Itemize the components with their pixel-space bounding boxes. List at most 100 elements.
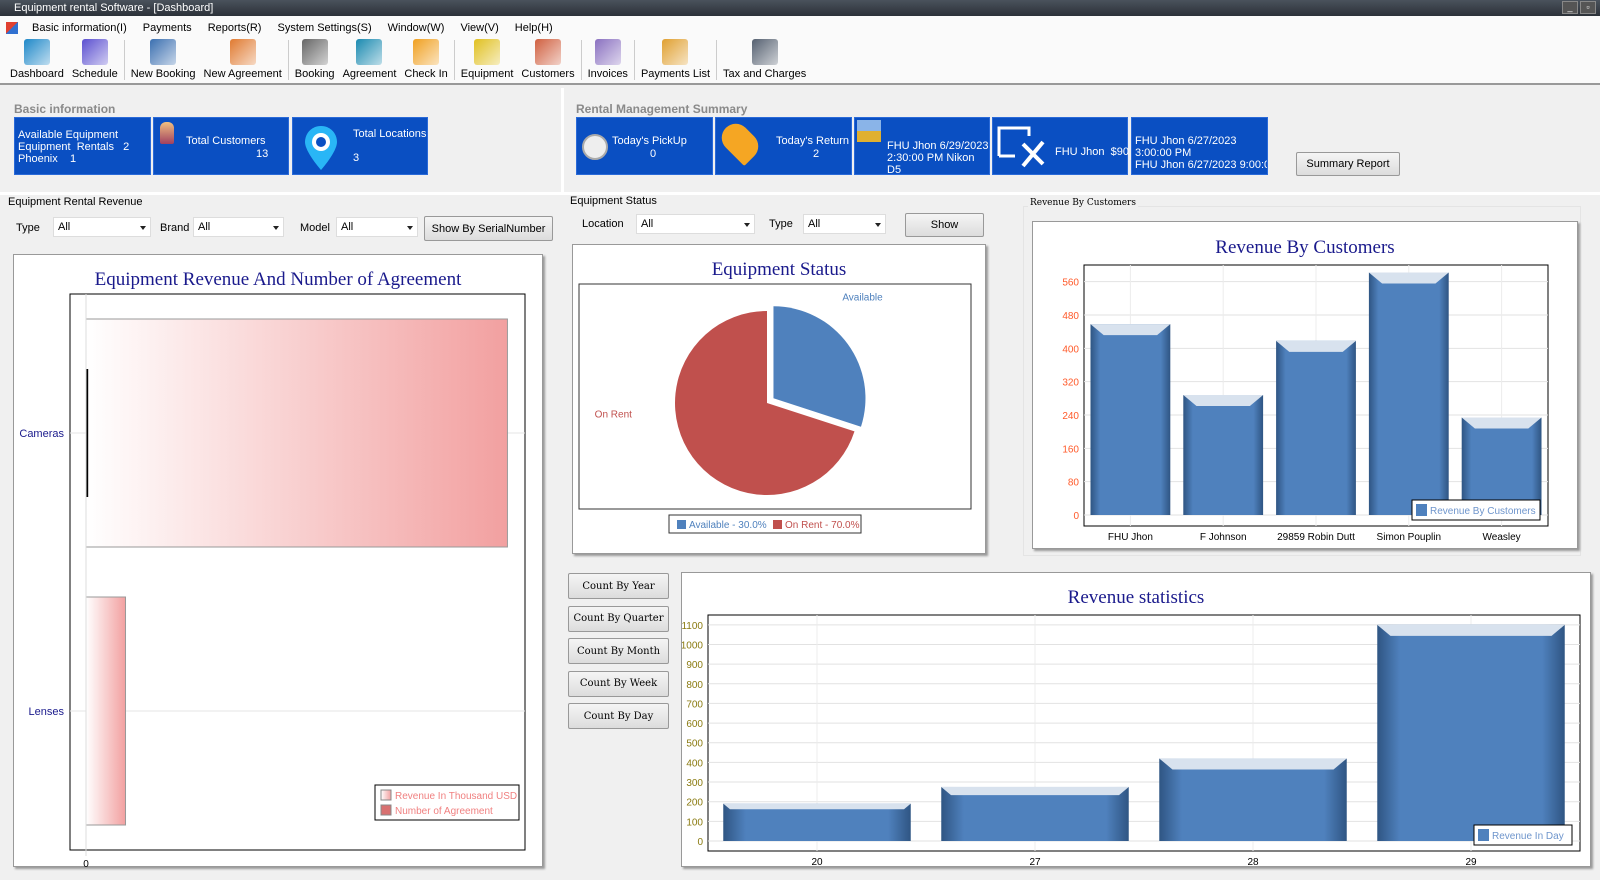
y-tick-label: 200	[686, 798, 703, 809]
menu-bar: Basic information(I) Payments Reports(R) Sy…	[0, 16, 1600, 39]
toolbar-invoices-button[interactable]: Invoices	[584, 39, 632, 83]
status-type-select[interactable]: All	[803, 214, 886, 234]
menu-view-v[interactable]: View(V)	[452, 22, 506, 34]
x-tick-label: Simon Pouplin	[1377, 532, 1441, 543]
toolbar-label: New Agreement	[203, 68, 282, 80]
app-icon	[6, 21, 18, 34]
basic-info-label: Basic information	[14, 102, 116, 116]
toolbar-label: Schedule	[71, 68, 118, 80]
y-tick-label: 160	[1062, 444, 1079, 455]
equipment-status-chart: Equipment Status Available On Rent Availab…	[572, 244, 986, 554]
x-tick-label: 27	[1029, 857, 1041, 868]
y-tick-label: 300	[686, 778, 703, 789]
total-locations-label: Total Locations	[353, 128, 427, 140]
toolbar-check-in-button[interactable]: Check In	[400, 39, 451, 83]
bar	[1276, 340, 1356, 515]
count-by-year-button[interactable]: Count By Year	[568, 573, 669, 599]
available-equipment-tile[interactable]: Available Equipment Equipment Rentals 2 …	[14, 117, 151, 175]
count-by-day-button[interactable]: Count By Day	[568, 703, 669, 730]
show-button[interactable]: Show	[905, 213, 984, 237]
toolbar-equipment-button[interactable]: Equipment	[457, 39, 518, 83]
checkin-text: FHU Jhon $90	[1055, 146, 1129, 158]
x-tick-label: 20	[811, 857, 823, 868]
x-tick-label: 29	[1465, 857, 1477, 868]
pickup-label: Today's PickUp	[612, 135, 687, 147]
category-label: Cameras	[19, 428, 64, 440]
y-tick-label: 560	[1062, 278, 1079, 289]
bar-top-highlight	[723, 803, 911, 810]
revenue-bar	[85, 318, 508, 548]
menu-window-w[interactable]: Window(W)	[380, 22, 453, 34]
toolbar-dashboard-button[interactable]: Dashboard	[6, 39, 68, 83]
x-tick-label: 29859 Robin Dutt	[1277, 532, 1355, 543]
available-line2: Equipment Rentals 2	[18, 141, 130, 153]
summary-report-button[interactable]: Summary Report	[1296, 152, 1400, 176]
toolbar-label: Payments List	[640, 68, 711, 80]
y-tick-label: 320	[1062, 378, 1079, 389]
status-type-label: Type	[769, 218, 793, 230]
toolbar-separator	[580, 40, 582, 80]
x-tick-label: F Johnson	[1200, 532, 1247, 543]
legend-label: On Rent - 70.0%	[785, 520, 860, 531]
window-title: Equipment rental Software - [Dashboard]	[14, 2, 214, 14]
menu-help-h[interactable]: Help(H)	[507, 22, 561, 34]
toolbar-label: Equipment	[460, 68, 514, 80]
legend-label: Revenue In Day	[1492, 831, 1564, 842]
y-tick-label: 700	[686, 699, 703, 710]
location-select[interactable]: All	[636, 214, 755, 234]
available-line1: Available Equipment	[18, 129, 119, 141]
bar	[723, 803, 911, 841]
toolbar-payments-list-button[interactable]: Payments List	[637, 39, 714, 83]
minimize-button[interactable]: _	[1562, 1, 1578, 14]
brand-select[interactable]: All	[193, 217, 284, 237]
payment-line1: FHU Jhon 6/29/2023	[887, 140, 989, 152]
total-locations-tile[interactable]: Total Locations 3	[292, 117, 428, 175]
equipment-revenue-plot: Cameras Lenses 0 Revenue In Thousand USD Num…	[19, 293, 526, 868]
recent-payment-tile[interactable]: FHU Jhon 6/29/2023 2:30:00 PM Nikon D5	[854, 117, 990, 176]
show-by-serialnumber-button[interactable]: Show By SerialNumber	[424, 216, 553, 241]
count-by-quarter-button[interactable]: Count By Quarter	[568, 605, 669, 632]
revenue-statistics-plot: 0 100 200 300 400 500 600 700 800 900 1000 1100 20 27…	[682, 614, 1581, 868]
toolbar-new-booking-button[interactable]: New Booking	[127, 39, 200, 83]
slice-label: Available	[842, 293, 883, 304]
legend-label: Revenue In Thousand USD	[395, 791, 517, 802]
toolbar-label: Invoices	[587, 68, 628, 80]
restore-button[interactable]: ▫	[1580, 1, 1596, 14]
payment-info: FHU Jhon 6/29/2023 2:30:00 PM Nikon D5	[887, 140, 989, 176]
toolbar-booking-button[interactable]: Booking	[291, 39, 339, 83]
menu-basic-information-i[interactable]: Basic information(I)	[24, 22, 135, 34]
menu-system-settings-s[interactable]: System Settings(S)	[269, 22, 379, 34]
todays-return-tile[interactable]: Today's Return 2	[715, 117, 852, 175]
menu-reports-r[interactable]: Reports(R)	[200, 22, 270, 34]
pickup-value: 0	[650, 148, 657, 160]
dropdown-arrow-icon	[140, 226, 146, 230]
toolbar-schedule-button[interactable]: Schedule	[68, 39, 122, 83]
check-in-arrow-icon	[997, 126, 1045, 168]
total-customers-tile[interactable]: Total Customers 13	[153, 117, 289, 175]
legend-swatch	[1416, 504, 1427, 516]
divider	[0, 192, 1600, 195]
location-pin-icon	[305, 126, 337, 170]
menu-payments[interactable]: Payments	[135, 22, 200, 34]
equipment-revenue-chart: Equipment Revenue And Number of Agreemen…	[13, 254, 543, 868]
dropdown-arrow-icon	[875, 223, 881, 227]
agreement-icon	[356, 39, 383, 65]
toolbar-tax-and-charges-button[interactable]: Tax and Charges	[719, 39, 810, 83]
brand-label: Brand	[160, 222, 190, 234]
count-by-week-button[interactable]: Count By Week	[568, 670, 669, 697]
toolbar-new-agreement-button[interactable]: New Agreement	[200, 39, 286, 83]
toolbar-separator	[123, 40, 125, 80]
todays-pickup-tile[interactable]: Today's PickUp 0	[576, 117, 713, 175]
count-by-month-button[interactable]: Count By Month	[568, 638, 669, 665]
category-label: Lenses	[29, 706, 65, 718]
model-select[interactable]: All	[336, 217, 418, 237]
toolbar-label: Dashboard	[10, 68, 64, 80]
brand-value: All	[198, 221, 211, 233]
toolbar-label: Customers	[521, 68, 575, 80]
recent-checkin-tile[interactable]: FHU Jhon $90	[992, 117, 1129, 175]
type-select[interactable]: All	[53, 217, 151, 237]
legend-swatch	[677, 520, 686, 529]
recent-booking-tile[interactable]: FHU Jhon 6/27/2023 3:00:00 PM FHU Jhon 6…	[1131, 117, 1268, 175]
toolbar-customers-button[interactable]: Customers	[517, 39, 578, 83]
toolbar-agreement-button[interactable]: Agreement	[339, 39, 401, 83]
